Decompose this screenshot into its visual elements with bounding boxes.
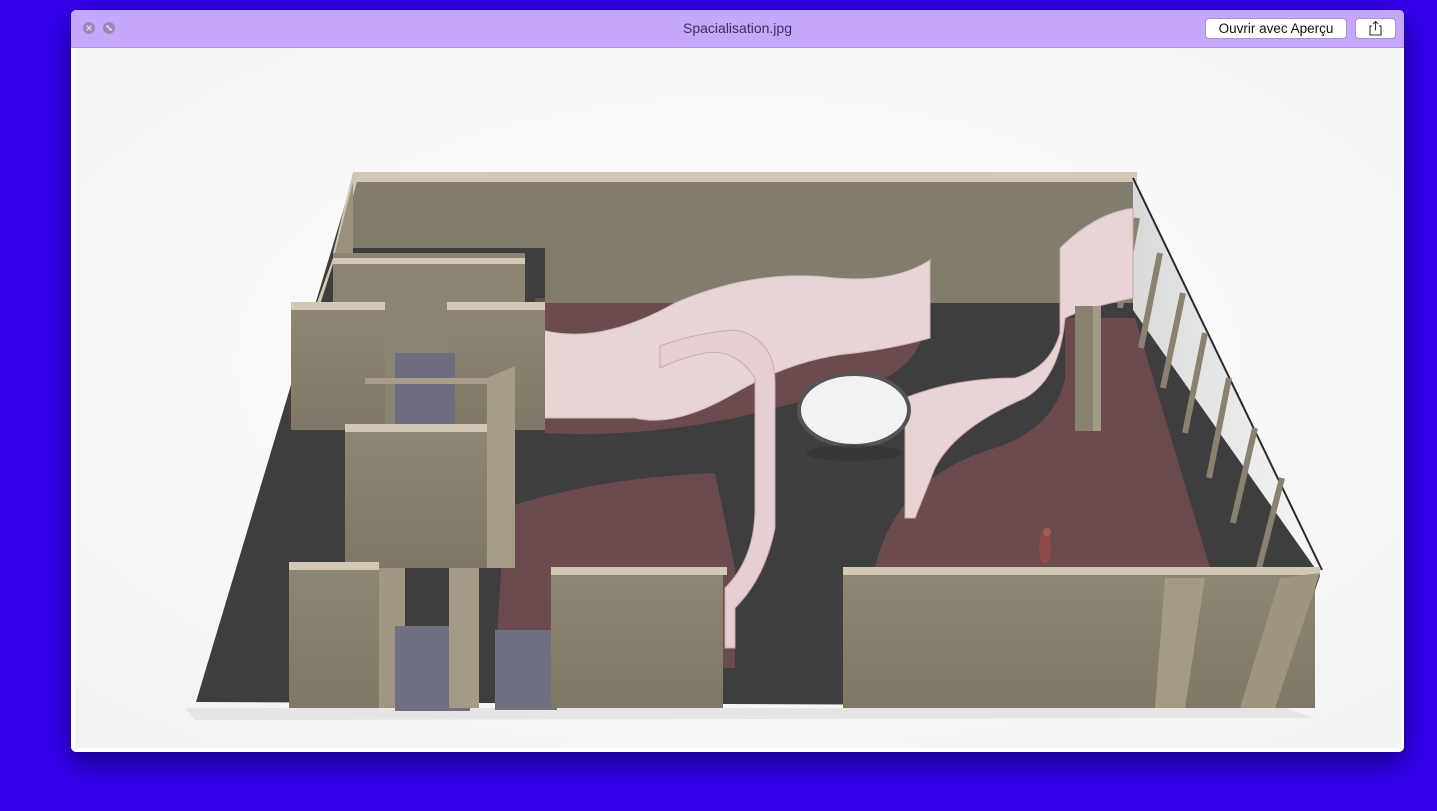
open-with-preview-button[interactable]: Ouvrir avec Aperçu bbox=[1205, 18, 1347, 39]
image-preview bbox=[75, 48, 1401, 748]
share-icon bbox=[1369, 20, 1382, 36]
table-shadow bbox=[806, 445, 902, 461]
pillar bbox=[1075, 306, 1093, 431]
office-wall-1 bbox=[291, 308, 385, 430]
round-table bbox=[797, 372, 911, 448]
back-wall-top bbox=[353, 172, 1137, 182]
front-wall-4 bbox=[843, 573, 1315, 708]
front-door-2 bbox=[495, 630, 557, 710]
front-wall-2 bbox=[449, 568, 479, 708]
office-wall-3 bbox=[345, 430, 487, 568]
office-door-1 bbox=[395, 353, 455, 431]
ground-shadow bbox=[185, 708, 1315, 720]
front-wall-1 bbox=[289, 568, 379, 708]
human-figure bbox=[1039, 532, 1051, 564]
floor-plan-render bbox=[75, 48, 1401, 748]
title-bar[interactable]: Spacialisation.jpg Ouvrir avec Aperçu bbox=[71, 10, 1404, 48]
quicklook-window: Spacialisation.jpg Ouvrir avec Aperçu bbox=[71, 10, 1404, 752]
front-wall-3 bbox=[551, 573, 723, 708]
share-button[interactable] bbox=[1355, 18, 1396, 39]
